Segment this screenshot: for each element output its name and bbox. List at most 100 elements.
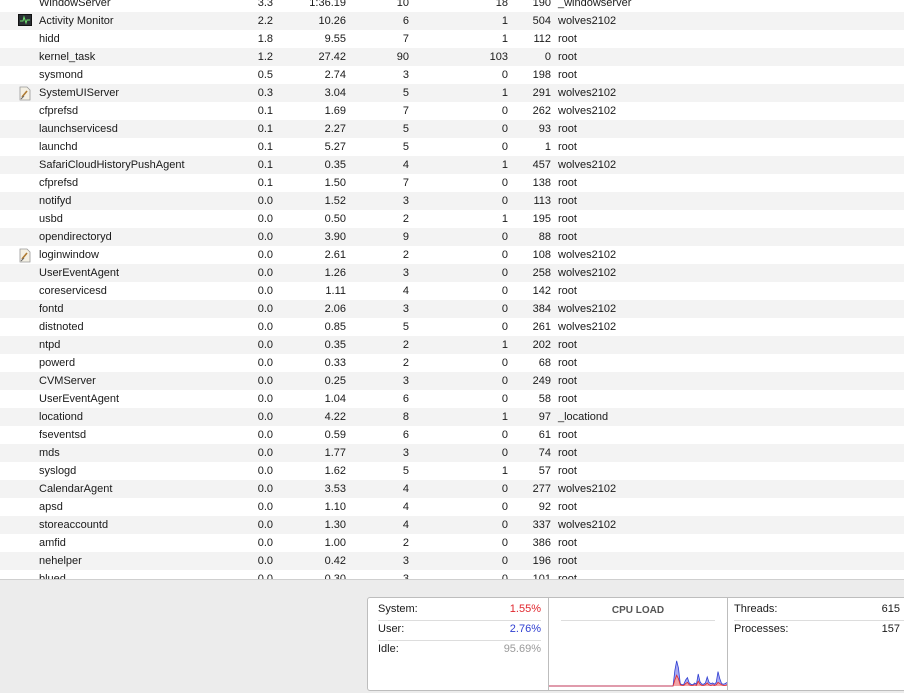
table-row[interactable]: UserEventAgent 0.0 1.26 3 0 258 wolves2102 <box>0 264 904 282</box>
table-row[interactable]: WindowServer 3.3 1:36.19 10 18 190 _windowserv… <box>0 0 904 12</box>
idle-wake-ups: 103 <box>489 51 508 63</box>
user-name: root <box>558 573 577 579</box>
pid: 337 <box>532 519 551 531</box>
pid: 386 <box>532 537 551 549</box>
pid: 92 <box>538 501 551 513</box>
table-row[interactable]: kernel_task 1.2 27.42 90 103 0 root <box>0 48 904 66</box>
cpu-percent: 0.0 <box>257 285 273 297</box>
table-row[interactable]: coreservicesd 0.0 1.11 4 0 142 root <box>0 282 904 300</box>
cpu-percent: 0.0 <box>257 357 273 369</box>
user-name: _locationd <box>558 411 609 423</box>
cpu-percent: 0.0 <box>257 555 273 567</box>
table-row[interactable]: usbd 0.0 0.50 2 1 195 root <box>0 210 904 228</box>
idle-wake-ups: 0 <box>501 573 508 579</box>
table-row[interactable]: ntpd 0.0 0.35 2 1 202 root <box>0 336 904 354</box>
pid: 138 <box>532 177 551 189</box>
idle-wake-ups: 0 <box>501 195 508 207</box>
thread-count: 3 <box>402 573 409 579</box>
thread-count: 3 <box>402 447 409 459</box>
table-row[interactable]: apsd 0.0 1.10 4 0 92 root <box>0 498 904 516</box>
table-row[interactable]: SafariCloudHistoryPushAgent 0.1 0.35 4 1 457 w… <box>0 156 904 174</box>
pid: 504 <box>532 15 551 27</box>
cpu-percent: 0.0 <box>257 411 273 423</box>
pid: 195 <box>532 213 551 225</box>
process-name: sysmond <box>39 69 84 81</box>
cpu-percent: 2.2 <box>257 15 273 27</box>
pid: 190 <box>532 0 551 9</box>
cpu-percent: 0.0 <box>257 195 273 207</box>
user-name: root <box>558 447 577 459</box>
thread-count: 2 <box>402 357 409 369</box>
user-name: wolves2102 <box>558 321 617 333</box>
table-row[interactable]: nehelper 0.0 0.42 3 0 196 root <box>0 552 904 570</box>
user-name: root <box>558 537 577 549</box>
process-name: WindowServer <box>39 0 111 9</box>
process-name: kernel_task <box>39 51 96 63</box>
table-row[interactable]: distnoted 0.0 0.85 5 0 261 wolves2102 <box>0 318 904 336</box>
cpu-time: 2.06 <box>324 303 346 315</box>
system-value: 1.55% <box>509 603 541 615</box>
process-table[interactable]: WindowServer 3.3 1:36.19 10 18 190 _windowserv… <box>0 0 904 579</box>
cpu-percent: 0.0 <box>257 249 273 261</box>
idle-wake-ups: 0 <box>501 483 508 495</box>
table-row[interactable]: cfprefsd 0.1 1.69 7 0 262 wolves2102 <box>0 102 904 120</box>
application-document-icon <box>19 248 31 263</box>
cpu-load-graph: CPU LOAD <box>548 598 728 690</box>
cpu-summary-panel: System: 1.55% User: 2.76% Idle: 95.69% C… <box>367 597 904 691</box>
thread-count: 8 <box>402 411 409 423</box>
cpu-percent: 0.3 <box>257 87 273 99</box>
idle-wake-ups: 0 <box>501 357 508 369</box>
table-row[interactable]: fseventsd 0.0 0.59 6 0 61 root <box>0 426 904 444</box>
cpu-percent: 0.0 <box>257 537 273 549</box>
cpu-time: 0.35 <box>324 339 346 351</box>
table-row[interactable]: UserEventAgent 0.0 1.04 6 0 58 root <box>0 390 904 408</box>
table-row[interactable]: blued 0.0 0.30 3 0 101 root <box>0 570 904 579</box>
cpu-time: 5.27 <box>324 141 346 153</box>
thread-count: 5 <box>402 141 409 153</box>
table-row[interactable]: launchd 0.1 5.27 5 0 1 root <box>0 138 904 156</box>
table-row[interactable]: launchservicesd 0.1 2.27 5 0 93 root <box>0 120 904 138</box>
table-row[interactable]: loginwindow 0.0 2.61 2 0 108 wolves2102 <box>0 246 904 264</box>
activity-monitor-icon <box>18 14 32 26</box>
process-name: cfprefsd <box>39 177 79 189</box>
process-name: SystemUIServer <box>39 87 120 99</box>
pid: 249 <box>532 375 551 387</box>
table-row[interactable]: notifyd 0.0 1.52 3 0 113 root <box>0 192 904 210</box>
cpu-percent: 0.0 <box>257 393 273 405</box>
table-row[interactable]: fontd 0.0 2.06 3 0 384 wolves2102 <box>0 300 904 318</box>
idle-wake-ups: 0 <box>501 375 508 387</box>
idle-wake-ups: 0 <box>501 105 508 117</box>
process-name: loginwindow <box>39 249 99 261</box>
thread-count: 9 <box>402 231 409 243</box>
table-row[interactable]: cfprefsd 0.1 1.50 7 0 138 root <box>0 174 904 192</box>
idle-wake-ups: 1 <box>501 87 508 99</box>
table-row[interactable]: CalendarAgent 0.0 3.53 4 0 277 wolves2102 <box>0 480 904 498</box>
table-row[interactable]: SystemUIServer 0.3 3.04 5 1 291 wolves2102 <box>0 84 904 102</box>
thread-count: 3 <box>402 267 409 279</box>
user-name: root <box>558 285 577 297</box>
user-label: User: <box>378 623 405 635</box>
table-row[interactable]: syslogd 0.0 1.62 5 1 57 root <box>0 462 904 480</box>
table-row[interactable]: mds 0.0 1.77 3 0 74 root <box>0 444 904 462</box>
process-name: fontd <box>39 303 64 315</box>
process-name: distnoted <box>39 321 84 333</box>
thread-count: 2 <box>402 339 409 351</box>
table-row[interactable]: amfid 0.0 1.00 2 0 386 root <box>0 534 904 552</box>
table-row[interactable]: Activity Monitor 2.2 10.26 6 1 504 wolves2102 <box>0 12 904 30</box>
table-row[interactable]: locationd 0.0 4.22 8 1 97 _locationd <box>0 408 904 426</box>
table-row[interactable]: powerd 0.0 0.33 2 0 68 root <box>0 354 904 372</box>
table-row[interactable]: hidd 1.8 9.55 7 1 112 root <box>0 30 904 48</box>
processes-label: Processes: <box>734 623 789 635</box>
idle-label: Idle: <box>378 643 399 655</box>
idle-wake-ups: 0 <box>501 303 508 315</box>
cpu-percent: 0.0 <box>257 573 273 579</box>
table-row[interactable]: storeaccountd 0.0 1.30 4 0 337 wolves2102 <box>0 516 904 534</box>
thread-count: 3 <box>402 375 409 387</box>
system-load-line <box>549 674 727 687</box>
thread-count: 7 <box>402 105 409 117</box>
cpu-percent: 0.0 <box>257 483 273 495</box>
cpu-time: 3.90 <box>324 231 346 243</box>
table-row[interactable]: sysmond 0.5 2.74 3 0 198 root <box>0 66 904 84</box>
table-row[interactable]: opendirectoryd 0.0 3.90 9 0 88 root <box>0 228 904 246</box>
table-row[interactable]: CVMServer 0.0 0.25 3 0 249 root <box>0 372 904 390</box>
